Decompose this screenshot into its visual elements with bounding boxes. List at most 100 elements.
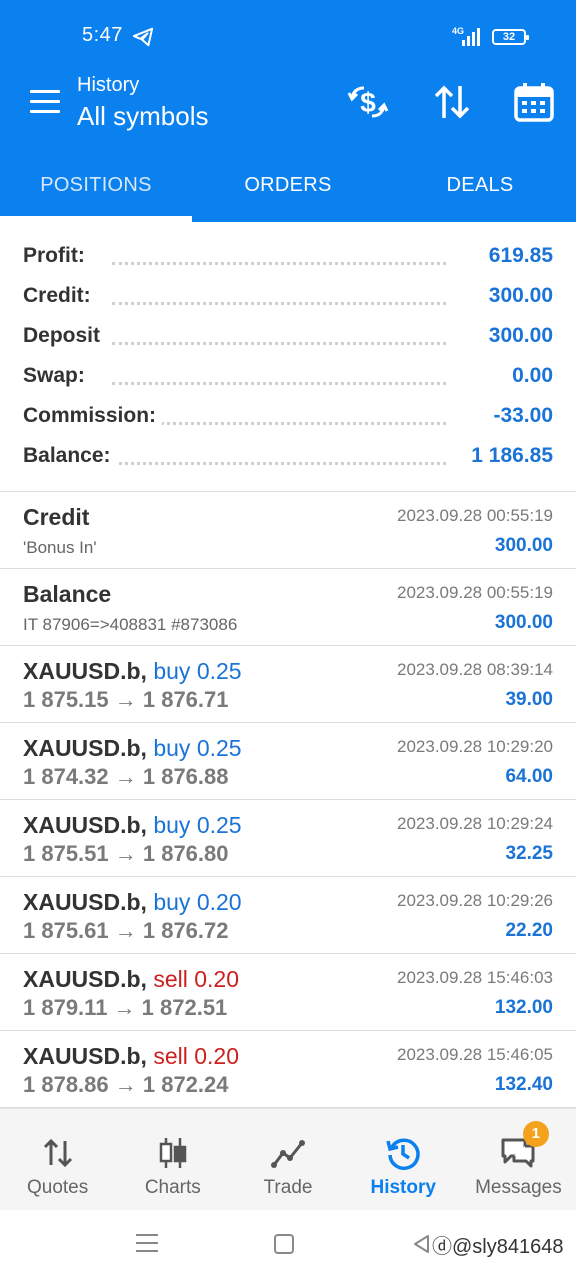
sort-icon[interactable] — [430, 80, 474, 124]
operation-comment: 'Bonus In' — [23, 538, 97, 557]
nav-label: History — [370, 1177, 436, 1198]
trade-direction: sell 0.20 — [153, 966, 240, 992]
trade-date: 2023.09.28 15:46:03 — [397, 968, 553, 987]
summary-row-deposit: Deposit 300.00 — [0, 318, 576, 358]
telegram-icon — [132, 27, 154, 47]
trade-symbol: XAUUSD.b, — [23, 658, 147, 684]
trade-prices: 1 874.32 → 1 876.88 — [23, 764, 229, 789]
list-item[interactable]: XAUUSD.b, sell 0.20 1 878.86 → 1 872.24 … — [0, 1031, 576, 1108]
trade-prices: 1 879.11 → 1 872.51 — [23, 995, 228, 1020]
summary-value: -33.00 — [487, 404, 553, 428]
trade-profit: 32.25 — [505, 843, 553, 864]
quotes-icon — [43, 1138, 72, 1168]
list-item[interactable]: XAUUSD.b, buy 0.25 1 875.15 → 1 876.71 2… — [0, 646, 576, 723]
summary-panel: Profit: 619.85 Credit: 300.00 Deposit 30… — [0, 238, 576, 478]
trade-profit: 64.00 — [505, 766, 553, 787]
nav-history[interactable]: History — [346, 1109, 461, 1210]
trade-prices: 1 878.86 → 1 872.24 — [23, 1072, 229, 1097]
list-item[interactable]: XAUUSD.b, buy 0.25 1 874.32 → 1 876.88 2… — [0, 723, 576, 800]
signal-icon — [462, 28, 486, 46]
history-tabs: POSITIONS ORDERS DEALS — [0, 148, 576, 222]
trade-title: XAUUSD.b, buy 0.20 — [23, 889, 242, 916]
bottom-navigation: Quotes Charts Trade History 1 Messages — [0, 1108, 576, 1210]
list-item[interactable]: XAUUSD.b, buy 0.20 1 875.61 → 1 876.72 2… — [0, 877, 576, 954]
nav-quotes[interactable]: Quotes — [0, 1109, 115, 1210]
summary-row-profit: Profit: 619.85 — [0, 238, 576, 278]
trade-date: 2023.09.28 15:46:05 — [397, 1045, 553, 1064]
trade-icon — [271, 1140, 305, 1168]
trade-title: XAUUSD.b, buy 0.25 — [23, 658, 242, 685]
trade-title: XAUUSD.b, sell 0.20 — [23, 966, 239, 993]
summary-value: 300.00 — [482, 284, 553, 308]
home-icon[interactable] — [274, 1234, 294, 1254]
calendar-icon[interactable] — [512, 80, 556, 124]
trade-direction: sell 0.20 — [153, 1043, 240, 1069]
trade-date: 2023.09.28 10:29:24 — [397, 814, 553, 833]
summary-value: 0.00 — [506, 364, 553, 388]
operation-amount: 300.00 — [494, 535, 553, 556]
summary-row-commission: Commission: -33.00 — [0, 398, 576, 438]
system-navigation: ⓓ@sly841648 — [0, 1210, 576, 1280]
nav-trade[interactable]: Trade — [230, 1109, 345, 1210]
list-item[interactable]: XAUUSD.b, buy 0.25 1 875.51 → 1 876.80 2… — [0, 800, 576, 877]
summary-row-swap: Swap: 0.00 — [0, 358, 576, 398]
trade-symbol: XAUUSD.b, — [23, 735, 147, 761]
nav-messages[interactable]: 1 Messages — [461, 1109, 576, 1210]
summary-label: Profit: — [23, 244, 91, 268]
trade-date: 2023.09.28 10:29:26 — [397, 891, 553, 910]
trade-date: 2023.09.28 10:29:20 — [397, 737, 553, 756]
summary-row-credit: Credit: 300.00 — [0, 278, 576, 318]
unread-badge: 1 — [522, 1121, 549, 1147]
summary-label: Credit: — [23, 284, 97, 308]
summary-label: Swap: — [23, 364, 91, 388]
trade-profit: 22.20 — [505, 920, 553, 941]
trade-prices: 1 875.15 → 1 876.71 — [23, 687, 229, 712]
tab-deals[interactable]: DEALS — [384, 148, 576, 222]
menu-icon[interactable] — [30, 90, 60, 114]
trade-direction: buy 0.20 — [153, 889, 242, 915]
trade-date: 2023.09.28 08:39:14 — [397, 660, 553, 679]
tab-positions[interactable]: POSITIONS — [0, 148, 192, 222]
dollar-exchange-icon[interactable]: $ — [346, 80, 390, 124]
page-subtitle: History — [77, 74, 140, 96]
trade-prices: 1 875.61 → 1 876.72 — [23, 918, 229, 943]
recent-apps-icon[interactable] — [136, 1234, 158, 1254]
nav-charts[interactable]: Charts — [115, 1109, 230, 1210]
trade-title: XAUUSD.b, sell 0.20 — [23, 1043, 239, 1070]
active-tab-indicator — [0, 216, 192, 222]
status-bar: 5:47 4G 32 — [0, 0, 576, 70]
app-bar: 5:47 4G 32 History All symbols $ POSITIO… — [0, 0, 576, 222]
tab-orders[interactable]: ORDERS — [192, 148, 384, 222]
operation-title: Balance — [23, 581, 112, 607]
trade-prices: 1 875.51 → 1 876.80 — [23, 841, 229, 866]
operation-amount: 300.00 — [494, 612, 553, 633]
page-title[interactable]: All symbols — [77, 101, 208, 132]
svg-text:$: $ — [360, 87, 376, 118]
summary-label: Balance: — [23, 444, 117, 468]
summary-label: Commission: — [23, 404, 163, 428]
trade-profit: 132.00 — [494, 997, 553, 1018]
trade-symbol: XAUUSD.b, — [23, 889, 147, 915]
status-time: 5:47 — [82, 24, 123, 46]
watermark: ⓓ@sly841648 — [432, 1236, 564, 1258]
back-icon[interactable] — [412, 1234, 430, 1254]
trade-direction: buy 0.25 — [153, 735, 242, 761]
history-icon — [386, 1138, 420, 1170]
nav-label: Quotes — [26, 1177, 89, 1198]
nav-label: Charts — [144, 1177, 201, 1198]
trade-title: XAUUSD.b, buy 0.25 — [23, 735, 242, 762]
trade-profit: 132.40 — [494, 1074, 553, 1095]
operation-date: 2023.09.28 00:55:19 — [397, 583, 553, 602]
operation-title: Credit — [23, 504, 90, 530]
summary-value: 619.85 — [482, 244, 553, 268]
trade-symbol: XAUUSD.b, — [23, 966, 147, 992]
trade-direction: buy 0.25 — [153, 658, 242, 684]
summary-label: Deposit — [23, 324, 107, 348]
battery-icon: 32 — [492, 29, 529, 45]
nav-label: Messages — [475, 1177, 562, 1198]
trade-profit: 39.00 — [505, 689, 553, 710]
nav-label: Trade — [263, 1177, 313, 1198]
list-item[interactable]: Credit 'Bonus In' 2023.09.28 00:55:19 30… — [0, 492, 576, 569]
list-item[interactable]: XAUUSD.b, sell 0.20 1 879.11 → 1 872.51 … — [0, 954, 576, 1031]
list-item[interactable]: Balance IT 87906=>408831 #873086 2023.09… — [0, 569, 576, 646]
